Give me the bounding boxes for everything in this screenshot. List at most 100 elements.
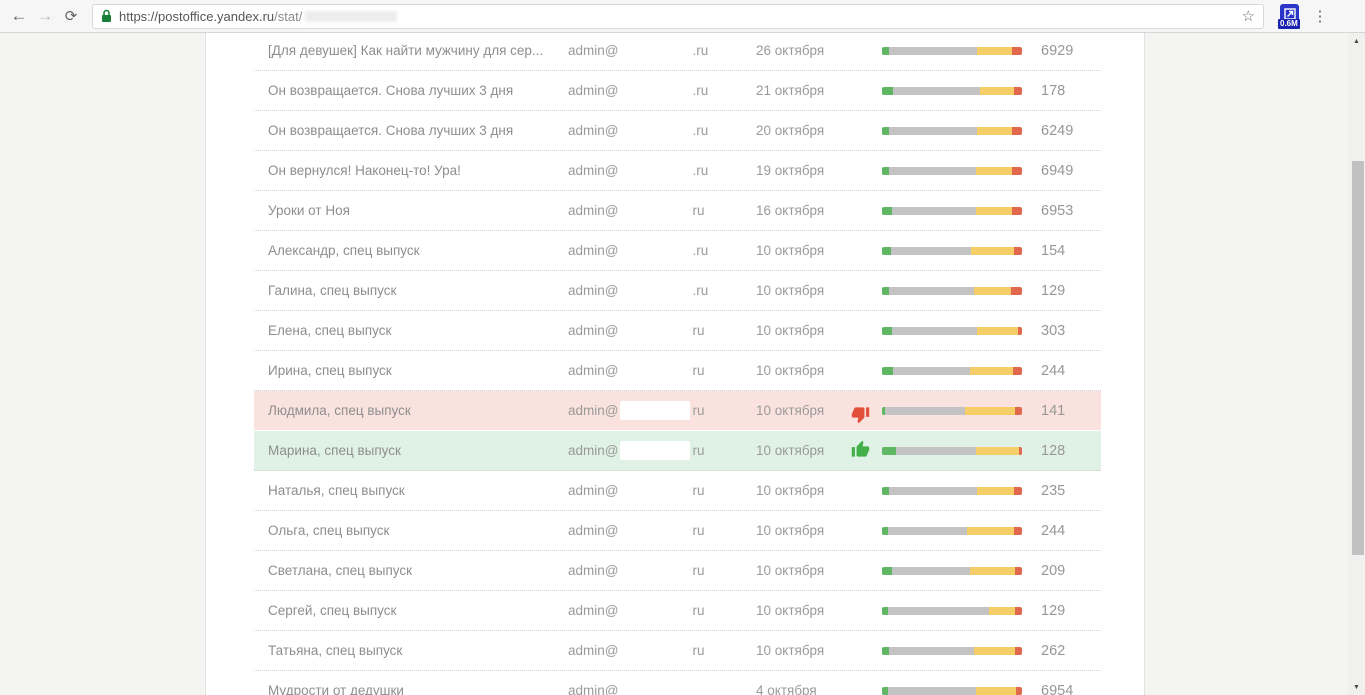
bar-segment-yellow [970, 567, 1015, 575]
campaign-title: Людмила, спец выпуск [268, 391, 411, 430]
table-row[interactable]: Он вернулся! Наконец-то! Ура! admin@ .ru… [254, 151, 1101, 191]
send-date: 10 октября [756, 311, 824, 350]
browser-window: ← → ⟳ https://postoffice.yandex.ru/stat/… [0, 0, 1365, 695]
email-suffix: .ru [692, 163, 708, 178]
send-date: 10 октября [756, 431, 824, 470]
table-row[interactable]: Галина, спец выпуск admin@ .ru 10 октябр… [254, 271, 1101, 311]
bar-segment-green [882, 367, 893, 375]
rating-indicator [851, 431, 870, 470]
send-date: 26 октября [756, 33, 824, 70]
url-redacted-blur [305, 11, 397, 22]
email-prefix: admin@ [568, 123, 618, 138]
recipient-count: 262 [1041, 631, 1065, 670]
bar-segment-red [1011, 287, 1022, 295]
bar-segment-yellow [989, 607, 1015, 615]
stacked-bar [882, 607, 1022, 615]
table-row[interactable]: Мудрости от дедушки admin@ 4 октября 695… [254, 671, 1101, 695]
send-date: 10 октября [756, 271, 824, 310]
bar-segment-gray [889, 167, 976, 175]
bar-segment-red [1014, 87, 1022, 95]
table-row[interactable]: Александр, спец выпуск admin@ .ru 10 окт… [254, 231, 1101, 271]
table-row[interactable]: Ирина, спец выпуск admin@ ru 10 октября … [254, 351, 1101, 391]
lock-icon[interactable] [101, 9, 112, 23]
delivery-stats-bar [882, 591, 1022, 630]
sender-email: admin@ [568, 671, 692, 695]
extension-button[interactable]: 0.6M [1278, 3, 1302, 29]
campaign-title: Наталья, спец выпуск [268, 471, 405, 510]
table-row[interactable]: Людмила, спец выпуск admin@ ru 10 октябр… [254, 391, 1101, 431]
scroll-up-button[interactable]: ▲ [1348, 33, 1365, 49]
campaign-title: Он вернулся! Наконец-то! Ура! [268, 151, 461, 190]
campaign-title: [Для девушек] Как найти мужчину для сер.… [268, 33, 543, 70]
bar-segment-yellow [977, 47, 1012, 55]
sender-email: admin@ .ru [568, 111, 708, 150]
delivery-stats-bar [882, 231, 1022, 270]
recipient-count: 129 [1041, 591, 1065, 630]
send-date: 10 октября [756, 391, 824, 430]
thumbs-up-icon [851, 440, 870, 459]
email-prefix: admin@ [568, 563, 618, 578]
table-row[interactable]: Он возвращается. Снова лучших 3 дня admi… [254, 111, 1101, 151]
campaign-title: Галина, спец выпуск [268, 271, 396, 310]
recipient-count: 128 [1041, 431, 1065, 470]
scroll-down-button[interactable]: ▼ [1348, 679, 1365, 695]
sender-email: admin@ ru [568, 511, 705, 550]
bookmark-star-button[interactable]: ☆ [1242, 7, 1255, 25]
browser-menu-button[interactable]: ⋮ [1308, 3, 1332, 29]
bar-segment-green [882, 47, 889, 55]
send-date: 10 октября [756, 631, 824, 670]
back-button[interactable]: ← [6, 3, 32, 29]
table-row[interactable]: Сергей, спец выпуск admin@ ru 10 октября… [254, 591, 1101, 631]
recipient-count: 141 [1041, 391, 1065, 430]
bar-segment-green [882, 247, 891, 255]
address-bar[interactable]: https://postoffice.yandex.ru/stat/ ☆ [92, 4, 1264, 29]
url-path: /stat/ [274, 9, 302, 24]
stacked-bar [882, 527, 1022, 535]
table-row[interactable]: [Для девушек] Как найти мужчину для сер.… [254, 33, 1101, 71]
bar-segment-yellow [967, 527, 1013, 535]
bar-segment-green [882, 327, 892, 335]
bar-segment-gray [889, 487, 977, 495]
recipient-count: 235 [1041, 471, 1065, 510]
recipient-count: 154 [1041, 231, 1065, 270]
table-row[interactable]: Уроки от Ноя admin@ ru 16 октября 6953 [254, 191, 1101, 231]
bar-segment-red [1014, 487, 1022, 495]
table-row[interactable]: Наталья, спец выпуск admin@ ru 10 октябр… [254, 471, 1101, 511]
thumbs-down-icon [851, 405, 870, 424]
bar-segment-red [1015, 607, 1022, 615]
bar-segment-gray [892, 327, 977, 335]
bar-segment-yellow [976, 167, 1012, 175]
refresh-button[interactable]: ⟳ [58, 3, 84, 29]
bar-segment-green [882, 647, 889, 655]
table-row[interactable]: Светлана, спец выпуск admin@ ru 10 октяб… [254, 551, 1101, 591]
sender-email: admin@ ru [568, 631, 705, 670]
bar-segment-yellow [970, 367, 1013, 375]
redacted-domain [620, 121, 690, 140]
delivery-stats-bar [882, 431, 1022, 470]
email-suffix: ru [692, 603, 704, 618]
table-row[interactable]: Ольга, спец выпуск admin@ ru 10 октября … [254, 511, 1101, 551]
stacked-bar [882, 487, 1022, 495]
delivery-stats-bar [882, 351, 1022, 390]
sender-email: admin@ ru [568, 471, 705, 510]
bar-segment-gray [896, 447, 976, 455]
email-suffix: .ru [692, 83, 708, 98]
table-row[interactable]: Марина, спец выпуск admin@ ru 10 октября… [254, 431, 1101, 471]
sender-email: admin@ ru [568, 351, 705, 390]
recipient-count: 244 [1041, 351, 1065, 390]
table-row[interactable]: Он возвращается. Снова лучших 3 дня admi… [254, 71, 1101, 111]
bar-segment-green [882, 207, 892, 215]
vertical-scrollbar[interactable]: ▲ ▼ [1348, 33, 1365, 695]
recipient-count: 6249 [1041, 111, 1073, 150]
scrollbar-thumb[interactable] [1352, 161, 1364, 555]
sender-email: admin@ .ru [568, 231, 708, 270]
sender-email: admin@ ru [568, 431, 705, 470]
forward-button[interactable]: → [32, 3, 58, 29]
email-prefix: admin@ [568, 283, 618, 298]
bar-segment-gray [888, 527, 967, 535]
table-row[interactable]: Елена, спец выпуск admin@ ru 10 октября … [254, 311, 1101, 351]
table-row[interactable]: Татьяна, спец выпуск admin@ ru 10 октябр… [254, 631, 1101, 671]
bar-segment-red [1015, 567, 1022, 575]
redacted-domain [620, 81, 690, 100]
stacked-bar [882, 327, 1022, 335]
